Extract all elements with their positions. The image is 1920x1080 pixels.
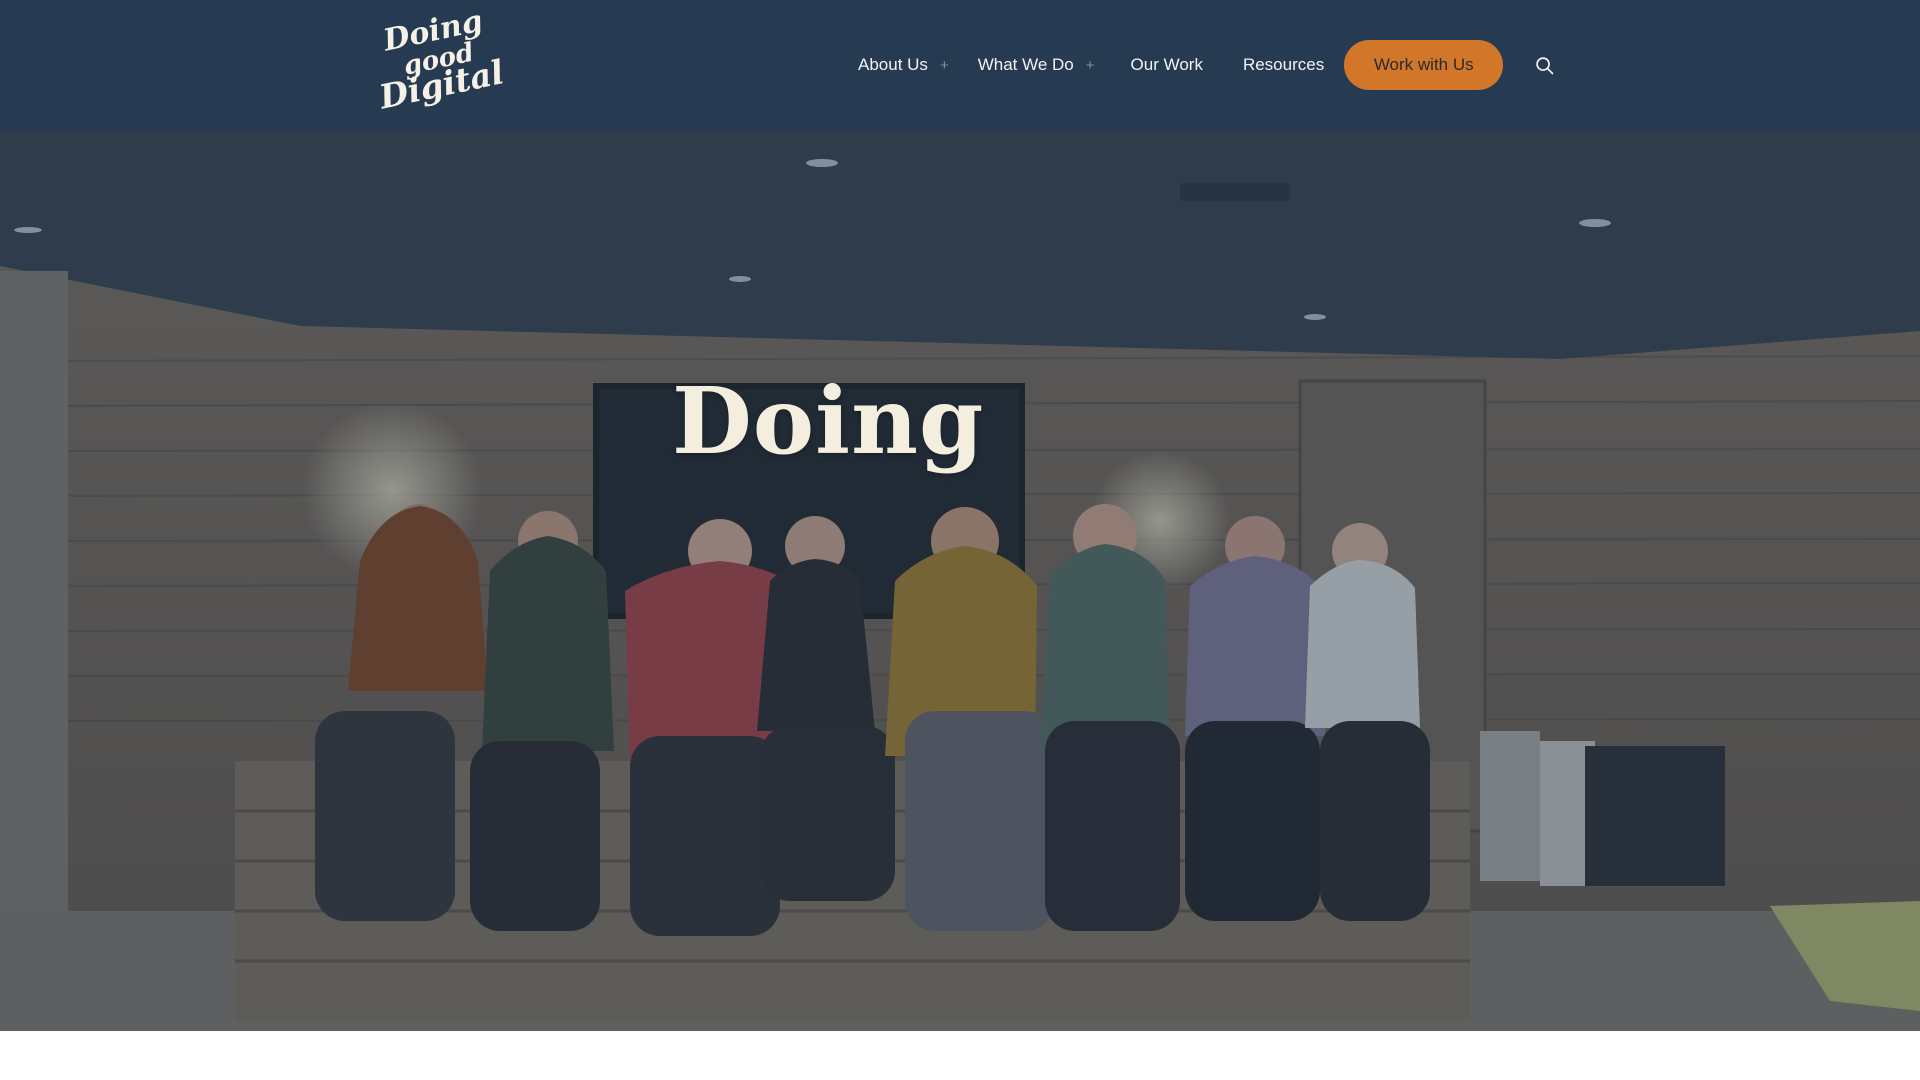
search-icon — [1535, 56, 1554, 74]
site-header: Doing good Digital About Us + What We Do… — [0, 0, 1920, 131]
nav-item-about-us[interactable]: About Us + — [858, 40, 949, 90]
hero-overlay — [0, 131, 1920, 1031]
nav-item-resources[interactable]: Resources — [1243, 40, 1324, 90]
site-logo[interactable]: Doing good Digital — [376, 4, 507, 118]
nav-item-label: About Us — [858, 55, 928, 74]
expand-plus-icon[interactable]: + — [940, 57, 949, 74]
expand-plus-icon[interactable]: + — [1086, 57, 1095, 74]
main-nav: About Us + What We Do + Our Work Resourc… — [836, 40, 1559, 90]
hero-section: Doing — [0, 131, 1920, 1031]
nav-item-what-we-do[interactable]: What We Do + — [978, 40, 1095, 90]
nav-item-our-work[interactable]: Our Work — [1131, 40, 1203, 90]
search-button[interactable] — [1529, 50, 1559, 80]
nav-item-label: What We Do — [977, 55, 1074, 74]
hero-title: Doing — [672, 367, 985, 475]
work-with-us-button[interactable]: Work with Us — [1344, 40, 1504, 90]
